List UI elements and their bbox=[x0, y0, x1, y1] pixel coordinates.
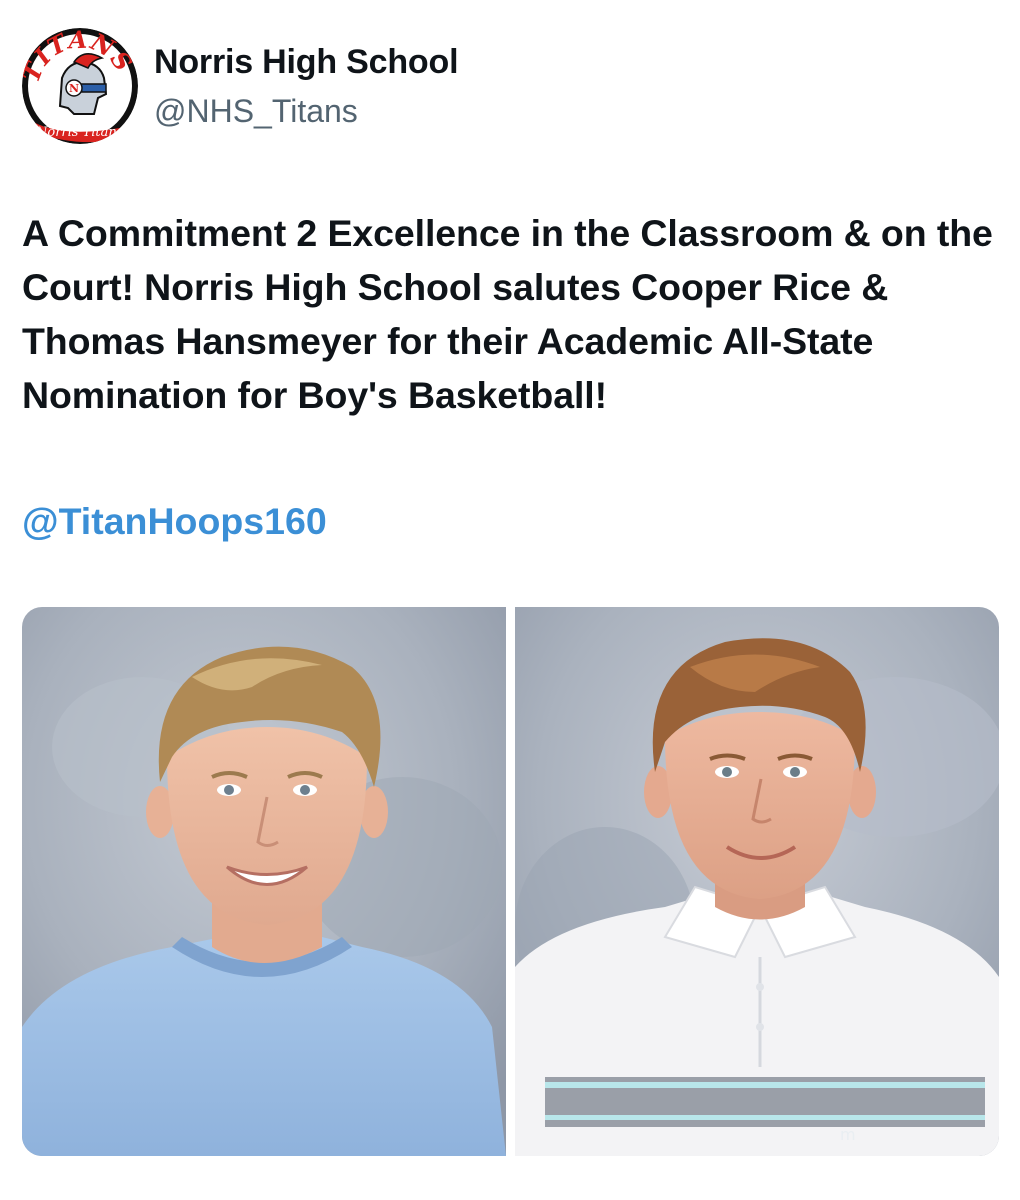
post: TITANS N Norris Titans Norris High Schoo… bbox=[0, 0, 1020, 1200]
media-grid: m bbox=[22, 607, 999, 1156]
mention-link[interactable]: @TitanHoops160 bbox=[22, 494, 327, 548]
titans-logo-icon[interactable]: TITANS N Norris Titans bbox=[22, 28, 138, 144]
photo-student-1[interactable] bbox=[22, 607, 506, 1156]
logo-text-bottom: Norris Titans bbox=[35, 125, 124, 140]
post-text: A Commitment 2 Excellence in the Classro… bbox=[22, 212, 993, 416]
account-handle[interactable]: @NHS_Titans bbox=[154, 92, 358, 130]
svg-text:m: m bbox=[840, 1125, 856, 1144]
photo-student-2[interactable]: m bbox=[515, 607, 999, 1156]
logo-letter: N bbox=[69, 82, 79, 95]
display-name[interactable]: Norris High School bbox=[154, 42, 459, 82]
